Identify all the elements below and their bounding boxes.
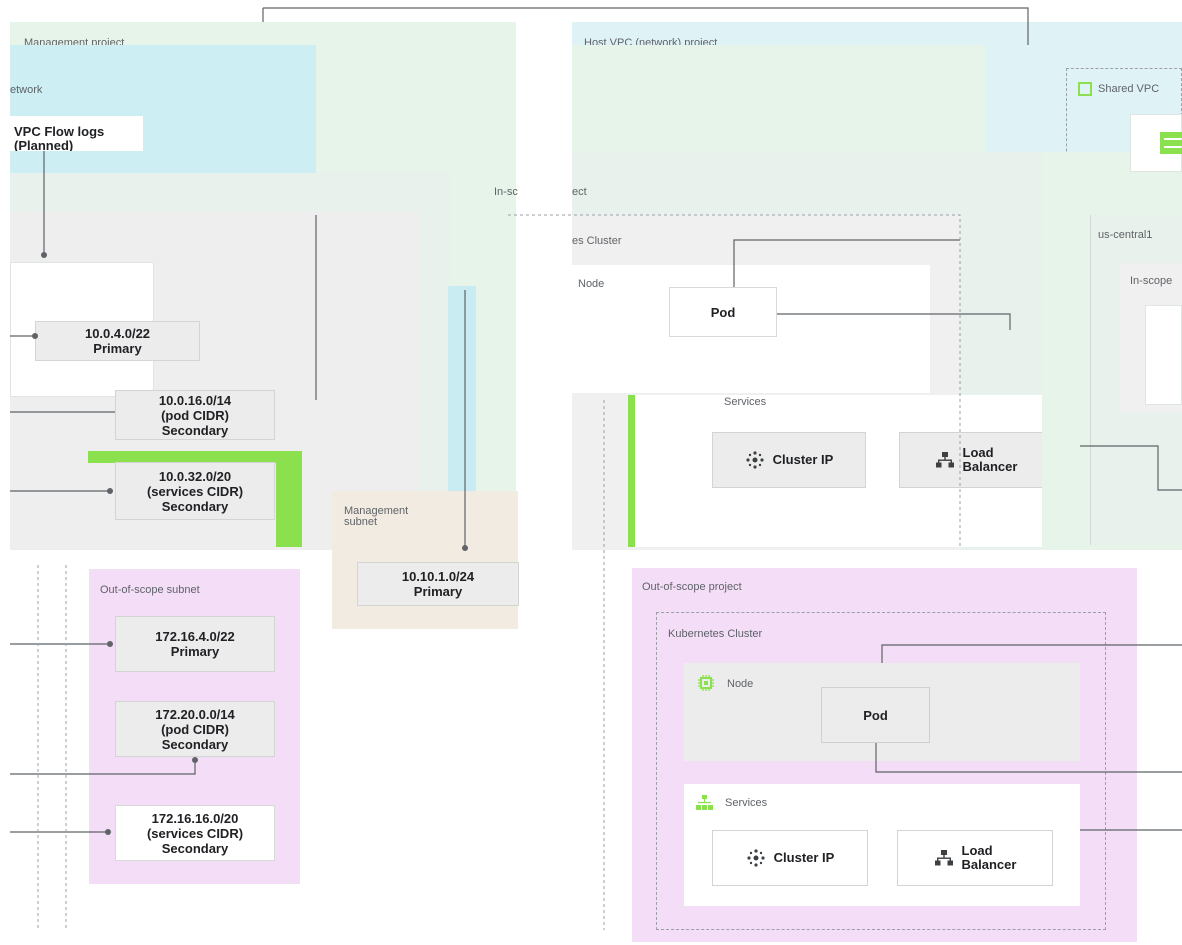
shared-vpc-network-icon <box>1158 130 1182 156</box>
oos-services-block: 172.16.16.0/20 (services CIDR) Secondary <box>115 805 275 861</box>
node-label: Node <box>578 278 605 290</box>
load-balancer-card: Load Balancer <box>899 432 1053 488</box>
out-of-scope-project-label: Out-of-scope project <box>642 581 742 593</box>
cluster-ip-icon <box>745 450 765 470</box>
oos-load-balancer-label: Load Balancer <box>962 844 1017 872</box>
cluster-ip-label: Cluster IP <box>772 452 834 467</box>
in-scope-project-partial-left: In-sc <box>494 186 518 198</box>
vpc-flow-logs-title: VPC Flow logs <box>14 124 105 139</box>
in-scope-region-label: In-scope <box>1130 275 1173 287</box>
oos-load-balancer-icon <box>934 849 954 867</box>
green-accent-bar <box>276 451 302 547</box>
cyan-strip <box>448 286 476 496</box>
subnet-services-kind: Secondary <box>161 498 229 514</box>
oos-load-balancer-line1: Load <box>961 843 993 858</box>
management-subnet-cidr: 10.10.1.0/24 <box>401 569 475 584</box>
kubernetes-cluster-partial: es Cluster <box>572 235 622 247</box>
network-band-right <box>316 45 516 151</box>
pod-box: Pod <box>669 287 777 337</box>
oos-primary-block: 172.16.4.0/22 Primary <box>115 616 275 672</box>
oos-services-cidr: 172.16.16.0/20 <box>151 810 239 826</box>
oos-load-balancer-line2: Balancer <box>961 857 1017 872</box>
in-scope-region-white <box>1145 305 1182 405</box>
network-label: etwork <box>10 84 43 96</box>
load-balancer-label: Load Balancer <box>963 446 1018 474</box>
oos-node-icon <box>698 675 714 691</box>
shared-vpc-label: Shared VPC <box>1098 83 1160 95</box>
in-scope-project-partial-right: ect <box>572 186 587 198</box>
out-of-scope-subnet-label: Out-of-scope subnet <box>100 584 200 596</box>
shared-vpc-icon <box>1078 82 1092 96</box>
region-label: us-central1 <box>1098 229 1153 241</box>
oos-pod-note: (pod CIDR) <box>161 721 229 737</box>
oos-pod-cidr: 172.20.0.0/14 <box>155 706 235 722</box>
oos-load-balancer-card: Load Balancer <box>897 830 1053 886</box>
subnet-primary-cidr: 10.0.4.0/22 <box>84 326 151 341</box>
vpc-flow-logs-card: VPC Flow logs (Planned) <box>10 116 143 151</box>
subnet-services-block: 10.0.32.0/20 (services CIDR) Secondary <box>115 462 275 520</box>
pod-label: Pod <box>710 304 736 320</box>
services-label: Services <box>724 396 767 408</box>
oos-primary-kind: Primary <box>170 644 220 659</box>
oos-services-kind: Secondary <box>161 840 229 856</box>
subnet-services-note: (services CIDR) <box>146 483 244 499</box>
services-green-bar <box>628 395 635 547</box>
oos-services-icon <box>696 795 713 811</box>
subnet-pod-note: (pod CIDR) <box>161 407 229 423</box>
management-subnet-kind: Primary <box>413 584 463 599</box>
host-inner-green <box>572 45 986 152</box>
subnet-services-cidr: 10.0.32.0/20 <box>158 468 232 484</box>
oos-node-label: Node <box>727 678 754 690</box>
subnet-pod-kind: Secondary <box>161 422 229 438</box>
subnet-primary-block: 10.0.4.0/22 Primary <box>35 321 200 361</box>
oos-services-label: Services <box>725 797 768 809</box>
subnet-pod-block: 10.0.16.0/14 (pod CIDR) Secondary <box>115 390 275 440</box>
oos-primary-cidr: 172.16.4.0/22 <box>155 629 235 644</box>
oos-pod-kind: Secondary <box>161 736 229 752</box>
oos-cluster-ip-card: Cluster IP <box>712 830 868 886</box>
oos-cluster-ip-icon <box>746 848 766 868</box>
vpc-flow-logs-subtitle: (Planned) <box>14 138 74 152</box>
management-subnet-block: 10.10.1.0/24 Primary <box>357 562 519 606</box>
subnet-primary-kind: Primary <box>93 341 142 356</box>
oos-pod-box: Pod <box>821 687 930 743</box>
oos-cluster-label: Kubernetes Cluster <box>668 628 763 640</box>
management-subnet-label: Management subnet <box>344 505 409 528</box>
oos-services-note: (services CIDR) <box>146 825 244 841</box>
load-balancer-icon <box>935 451 955 469</box>
cluster-ip-card: Cluster IP <box>712 432 866 488</box>
load-balancer-line1: Load <box>962 445 994 460</box>
oos-pod-label: Pod <box>863 707 888 723</box>
load-balancer-line2: Balancer <box>962 459 1018 474</box>
subnet-pod-cidr: 10.0.16.0/14 <box>158 392 232 408</box>
oos-pod-block: 172.20.0.0/14 (pod CIDR) Secondary <box>115 701 275 757</box>
oos-cluster-ip-label: Cluster IP <box>773 850 835 865</box>
